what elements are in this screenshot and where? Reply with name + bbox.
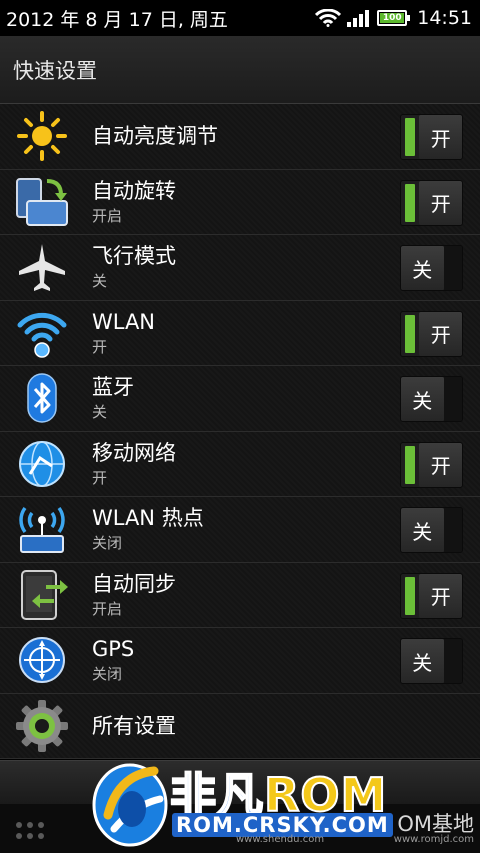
battery-icon: 100 [377, 10, 411, 26]
toggle-label: 开 [419, 573, 462, 618]
row-all-settings[interactable]: 所有设置 [0, 694, 480, 759]
row-auto-rotate[interactable]: 自动旋转 开启 开 [0, 170, 480, 235]
row-wlan-hotspot[interactable]: WLAN 热点 关闭 关 [0, 497, 480, 563]
status-time: 14:51 [417, 7, 472, 29]
quick-settings-header: 快速设置 [0, 36, 480, 104]
toggle-label: 开 [419, 442, 462, 487]
status-bar: 2012 年 8 月 17 日, 周五 100 14:51 [0, 0, 480, 36]
toggle-label: 关 [401, 639, 444, 683]
toggle-label: 开 [419, 180, 462, 225]
watermark-small-url-right: www.romjd.com [393, 834, 474, 845]
row-auto-sync[interactable]: 自动同步 开启 开 [0, 563, 480, 628]
toggle-label: 关 [401, 377, 444, 421]
auto-rotate-toggle[interactable]: 开 [400, 179, 463, 226]
row-bluetooth[interactable]: 蓝牙 关 关 [0, 366, 480, 432]
row-mobile-network[interactable]: 移动网络 开 开 [0, 432, 480, 497]
globe-network-icon [14, 436, 70, 492]
row-gps[interactable]: GPS 关闭 关 [0, 628, 480, 694]
bluetooth-icon [14, 370, 70, 426]
airplane-mode-toggle[interactable]: 关 [400, 245, 463, 291]
battery-level: 100 [382, 13, 402, 23]
row-airplane-mode[interactable]: 飞行模式 关 关 [0, 235, 480, 301]
toggle-label: 关 [401, 508, 444, 552]
wifi-status-icon [315, 9, 342, 27]
brand-logo-icon [92, 763, 168, 847]
toggle-label: 开 [419, 115, 462, 159]
signal-strength-icon [347, 9, 371, 27]
watermark-small-url-left: www.shendu.com [236, 834, 325, 845]
wlan-toggle[interactable]: 开 [400, 310, 463, 357]
wifi-icon [14, 305, 70, 361]
brightness-icon [14, 108, 70, 164]
page-title: 快速设置 [13, 58, 97, 83]
auto-brightness-toggle[interactable]: 开 [400, 114, 463, 160]
status-date: 2012 年 8 月 17 日, 周五 [6, 8, 228, 31]
row-label: 所有设置 [92, 713, 176, 738]
gps-icon [14, 632, 70, 688]
toggle-label: 关 [401, 246, 444, 290]
mobile-network-toggle[interactable]: 开 [400, 441, 463, 488]
gear-icon [14, 698, 70, 754]
hotspot-icon [14, 501, 70, 557]
sync-icon [14, 567, 70, 623]
row-wlan[interactable]: WLAN 开 开 [0, 301, 480, 366]
rotate-icon [14, 174, 70, 230]
wlan-hotspot-toggle[interactable]: 关 [400, 507, 463, 553]
bluetooth-toggle[interactable]: 关 [400, 376, 463, 422]
row-auto-brightness[interactable]: 自动亮度调节 开 [0, 104, 480, 170]
airplane-icon [14, 239, 70, 295]
auto-sync-toggle[interactable]: 开 [400, 572, 463, 619]
gps-toggle[interactable]: 关 [400, 638, 463, 684]
toggle-label: 开 [419, 311, 462, 356]
settings-list: 自动亮度调节 开 自动旋转 开启 开 飞行模式 关 关 WLAN 开 开 蓝牙 … [0, 104, 480, 759]
drag-handle-icon[interactable] [16, 822, 44, 839]
